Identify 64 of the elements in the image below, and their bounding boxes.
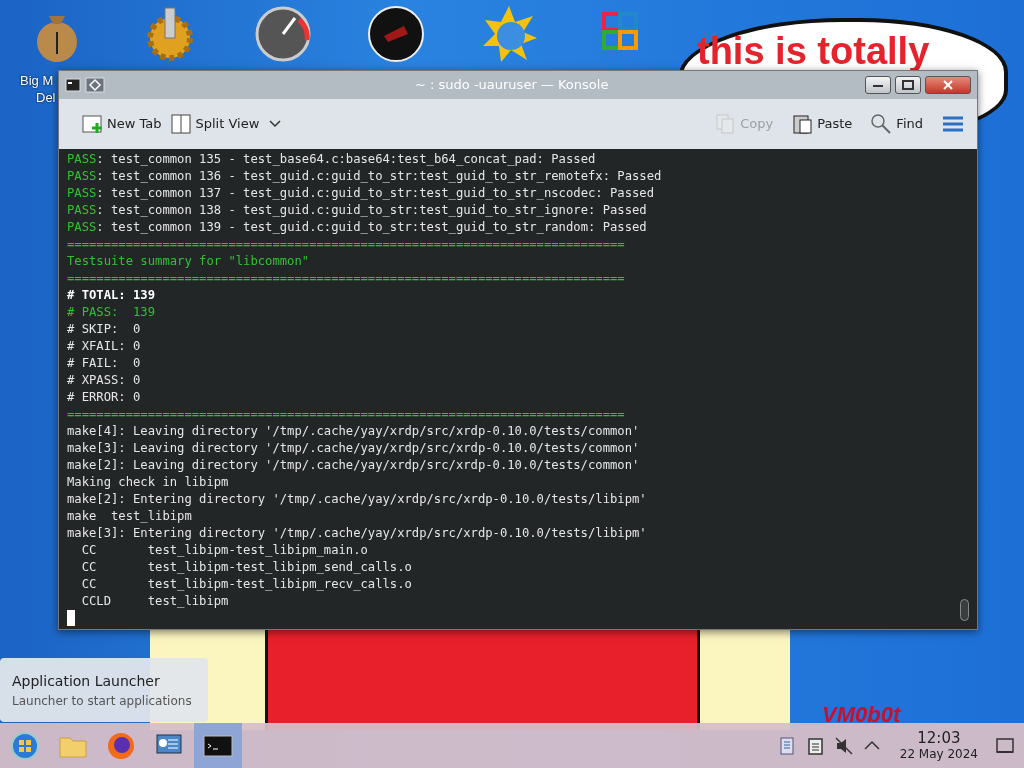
menu-icon[interactable] xyxy=(943,116,963,132)
terminal-line: ============================================================================ xyxy=(67,406,626,423)
close-icon xyxy=(943,80,953,90)
terminal-line: make[4]: Leaving directory '/tmp/.cache/yay/xrdp/src/xrdp-0.10.0/tests/common' xyxy=(67,423,641,440)
close-button[interactable] xyxy=(925,76,971,94)
terminal-line: # XFAIL: 0 xyxy=(67,338,142,355)
window-title: ~ : sudo -uauruser — Konsole xyxy=(415,76,609,95)
chevron-down-icon[interactable] xyxy=(269,120,282,128)
disc-icon[interactable] xyxy=(367,6,424,64)
terminal-line: Testsuite summary for "libcommon" xyxy=(67,253,311,270)
terminal-line: # FAIL: 0 xyxy=(67,355,142,372)
terminal-line: PASS: test_common 138 - test_guid.c:guid_to_str:test_guid_to_str_ignore: Passed xyxy=(67,202,648,219)
terminal-line: make[2]: Entering directory '/tmp/.cache/yay/xrdp/src/xrdp-0.10.0/tests/libipm' xyxy=(67,491,648,508)
paste-button[interactable]: Paste xyxy=(787,109,857,139)
terminal-line: PASS: test_common 139 - test_guid.c:guid_to_str:test_guid_to_str_random: Passed xyxy=(67,219,648,236)
gauge-icon[interactable] xyxy=(254,6,311,64)
pin-icon[interactable] xyxy=(85,77,105,93)
maximize-button[interactable] xyxy=(895,76,921,94)
paste-icon xyxy=(791,113,814,135)
clipboard-icon[interactable] xyxy=(805,735,826,756)
text-cursor xyxy=(67,610,75,626)
minimize-button[interactable] xyxy=(865,76,891,94)
terminal-line: # TOTAL: 139 xyxy=(67,287,157,304)
terminal-icon[interactable] xyxy=(65,78,81,92)
terminal-line: make[3]: Entering directory '/tmp/.cache/yay/xrdp/src/xrdp-0.10.0/tests/libipm' xyxy=(67,525,648,542)
terminal-line: # XPASS: 0 xyxy=(67,372,142,389)
search-icon xyxy=(870,113,893,135)
terminal-line: PASS: test_common 136 - test_guid.c:guid_to_str:test_guid_to_str_remotefx: Passed xyxy=(67,168,663,185)
icon-label[interactable]: Big M xyxy=(20,72,54,89)
terminal-line: # SKIP: 0 xyxy=(67,321,142,338)
tooltip-subtitle: Launcher to start applications xyxy=(12,693,193,709)
terminal-line: CC test_libipm-test_libipm_recv_calls.o xyxy=(80,576,413,593)
minimize-icon xyxy=(873,82,883,88)
wallpaper-signature: VM0b0t xyxy=(822,702,901,728)
maximize-icon xyxy=(902,80,914,90)
terminal-line: ============================================================================ xyxy=(67,236,626,253)
terminal-line: PASS: test_common 135 - test_base64.c:base64:test_b64_concat_pad: Passed xyxy=(67,151,597,168)
newtab-button[interactable]: New Tab xyxy=(77,109,166,139)
terminal-line: PASS: test_common 137 - test_guid.c:guid_to_str:test_guid_to_str_nscodec: Passed xyxy=(67,185,655,202)
terminal-line: CC test_libipm-test_libipm_send_calls.o xyxy=(80,559,413,576)
wallpaper-caption: this is totally xyxy=(697,30,930,73)
find-button[interactable]: Find xyxy=(866,109,927,139)
terminal-line: CCLD test_libipm xyxy=(80,593,230,610)
terminal-line: # ERROR: 0 xyxy=(67,389,142,406)
new-tab-icon xyxy=(81,113,103,135)
terminal-line: CC test_libipm-test_libipm_main.o xyxy=(80,542,369,559)
terminal-line: Making check in libipm xyxy=(67,474,230,491)
clock-time[interactable]: 12:03 xyxy=(917,730,961,747)
terminal-line: # PASS: 139 xyxy=(67,304,157,321)
muted-speaker-icon[interactable] xyxy=(833,735,854,756)
terminal-line: make[3]: Leaving directory '/tmp/.cache/yay/xrdp/src/xrdp-0.10.0/tests/common' xyxy=(67,440,641,457)
clock-date[interactable]: 22 May 2024 xyxy=(899,747,978,761)
scrollbar-handle[interactable] xyxy=(960,599,969,621)
terminal-line: make test_libipm xyxy=(67,508,193,525)
start-orb-icon xyxy=(10,730,42,761)
copy-icon xyxy=(714,113,737,135)
show-desktop-icon[interactable] xyxy=(996,736,1014,755)
icon-label[interactable]: Del xyxy=(36,89,56,106)
split-button[interactable]: Split View xyxy=(165,109,264,139)
terminal-line: ============================================================================ xyxy=(67,270,626,287)
taskbar-item[interactable] xyxy=(194,723,242,768)
terminal-line: make[2]: Leaving directory '/tmp/.cache/yay/xrdp/src/xrdp-0.10.0/tests/common' xyxy=(67,457,641,474)
tooltip-title: Application Launcher xyxy=(12,672,161,690)
split-view-icon xyxy=(169,113,192,135)
